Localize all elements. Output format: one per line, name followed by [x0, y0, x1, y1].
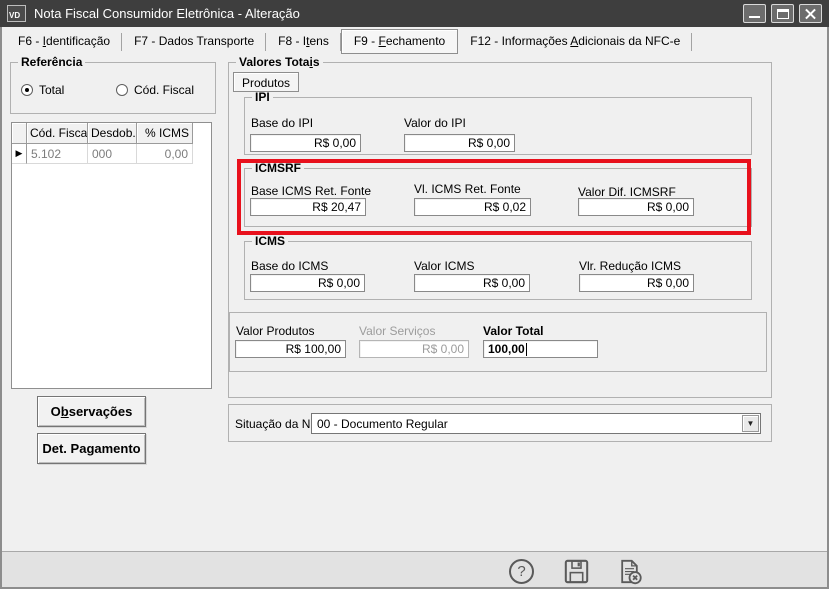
referencia-group-title: Referência	[18, 55, 86, 69]
referencia-groupbox: Referência Total Cód. Fiscal	[10, 55, 216, 114]
valor-produtos-field[interactable]: R$ 100,00	[235, 340, 346, 358]
tab-bar: F6 - Identificação F7 - Dados Transporte…	[6, 29, 693, 54]
maximize-icon	[777, 9, 789, 19]
det-pagamento-button[interactable]: Det. Pa g amento	[37, 433, 146, 464]
base-icms-ret-fonte-label: Base ICMS Ret. Fonte	[251, 184, 372, 198]
help-button[interactable]: ?	[508, 558, 535, 585]
radio-total[interactable]: Total	[21, 83, 64, 97]
valor-total-field[interactable]: 100,00	[483, 340, 598, 358]
help-icon: ?	[509, 559, 534, 584]
valor-dif-icmsrf-field[interactable]: R$ 0,00	[578, 198, 694, 216]
row-indicator-cell: ▶	[12, 144, 27, 164]
base-icms-field[interactable]: R$ 0,00	[250, 274, 365, 292]
base-icms-ret-fonte-field[interactable]: R$ 20,47	[250, 198, 366, 216]
icmsrf-groupbox: ICMSRF Base ICMS Ret. Fonte R$ 20,47 Vl.…	[244, 161, 752, 227]
vl-icms-ret-fonte-label: Vl. ICMS Ret. Fonte	[414, 182, 521, 196]
vl-icms-ret-fonte-field[interactable]: R$ 0,02	[414, 198, 531, 216]
window-controls	[743, 4, 822, 23]
tab-f8-itens[interactable]: F8 - Itens	[266, 29, 341, 54]
totais-panel: Valor Produtos R$ 100,00 Valor Serviços …	[229, 312, 767, 372]
icms-group-title: ICMS	[252, 234, 288, 248]
radio-cod-fiscal[interactable]: Cód. Fiscal	[116, 83, 194, 97]
cell-desdob: 000	[88, 144, 137, 164]
valor-servicos-label: Valor Serviços	[359, 324, 436, 338]
valor-ipi-field[interactable]: R$ 0,00	[404, 134, 515, 152]
valor-ipi-label: Valor do IPI	[404, 116, 466, 130]
situacao-label: Situação da NF:	[235, 417, 322, 431]
grid-header: Cód. Fiscal Desdob. % ICMS	[12, 123, 211, 144]
tab-f7-dados-transporte[interactable]: F7 - Dados Transporte	[122, 29, 267, 54]
titlebar: VD Nota Fiscal Consumidor Eletrônica - A…	[0, 0, 829, 27]
minimize-button[interactable]	[743, 4, 766, 23]
combo-dropdown-button[interactable]: ▼	[742, 415, 759, 432]
base-ipi-field[interactable]: R$ 0,00	[250, 134, 361, 152]
valor-servicos-field[interactable]: R$ 0,00	[359, 340, 469, 358]
grid-header-icms: % ICMS	[137, 123, 193, 144]
icms-groupbox: ICMS Base do ICMS R$ 0,00 Valor ICMS R$ …	[244, 234, 752, 300]
valores-totais-group-title: Valores Totais	[236, 55, 323, 69]
bottom-toolbar: ?	[0, 551, 829, 589]
base-icms-label: Base do ICMS	[251, 259, 329, 273]
valor-produtos-label: Valor Produtos	[236, 324, 315, 338]
grid-header-desdob: Desdob.	[88, 123, 137, 144]
chevron-down-icon: ▼	[746, 419, 755, 428]
vd-app-icon: VD	[7, 5, 26, 22]
vlr-reducao-icms-field[interactable]: R$ 0,00	[579, 274, 694, 292]
app-window: VD Nota Fiscal Consumidor Eletrônica - A…	[0, 0, 829, 589]
radio-cod-fiscal-label: Cód. Fiscal	[134, 83, 195, 97]
cell-icms: 0,00	[137, 144, 193, 164]
table-row[interactable]: ▶ 5.102 000 0,00	[12, 144, 211, 164]
cancel-document-icon	[621, 559, 642, 585]
tab-separator	[691, 33, 693, 51]
grid-header-cod-fiscal: Cód. Fiscal	[27, 123, 88, 144]
radio-total-label: Total	[39, 83, 65, 97]
ipi-group-title: IPI	[252, 90, 273, 104]
cell-cod-fiscal: 5.102	[27, 144, 88, 164]
save-button[interactable]	[563, 558, 590, 585]
cancel-document-button[interactable]	[616, 558, 643, 585]
grid-indicator-header	[12, 123, 27, 144]
valor-dif-icmsrf-label: Valor Dif. ICMSRF	[578, 185, 676, 199]
observacoes-button[interactable]: Ob servações	[37, 396, 146, 427]
base-ipi-label: Base do IPI	[251, 116, 314, 130]
close-icon	[800, 5, 821, 22]
window-title: Nota Fiscal Consumidor Eletrônica - Alte…	[34, 6, 300, 21]
vlr-reducao-icms-label: Vlr. Redução ICMS	[579, 259, 682, 273]
situacao-panel: Situação da NF: 00 - Documento Regular ▼	[228, 404, 772, 442]
row-indicator-icon: ▶	[15, 148, 23, 158]
valor-total-label: Valor Total	[483, 324, 544, 338]
situacao-combobox[interactable]: 00 - Documento Regular ▼	[311, 413, 761, 434]
maximize-button[interactable]	[771, 4, 794, 23]
minimize-icon	[749, 16, 760, 18]
ipi-groupbox: IPI Base do IPI R$ 0,00 Valor do IPI R$ …	[244, 90, 752, 155]
text-cursor	[525, 342, 527, 356]
icmsrf-group-title: ICMSRF	[252, 161, 304, 175]
vd-app-icon-label: VD	[9, 11, 21, 20]
save-icon	[564, 559, 589, 584]
tab-f9-fechamento[interactable]: F9 - Fechamento	[340, 29, 459, 54]
close-button[interactable]	[799, 4, 822, 23]
fiscal-grid[interactable]: Cód. Fiscal Desdob. % ICMS ▶ 5.102 000 0…	[11, 122, 212, 389]
tab-produtos[interactable]: Produtos	[233, 72, 300, 92]
radio-selected-icon	[21, 84, 33, 96]
tab-f12-informacoes-adicionais[interactable]: F12 - Informações Adicionais da NFC-e	[458, 29, 693, 54]
valor-icms-label: Valor ICMS	[414, 259, 475, 273]
situacao-selected-value: 00 - Documento Regular	[317, 416, 448, 431]
radio-unselected-icon	[116, 84, 128, 96]
valor-icms-field[interactable]: R$ 0,00	[414, 274, 530, 292]
tab-f6-identificacao[interactable]: F6 - Identificação	[6, 29, 123, 54]
